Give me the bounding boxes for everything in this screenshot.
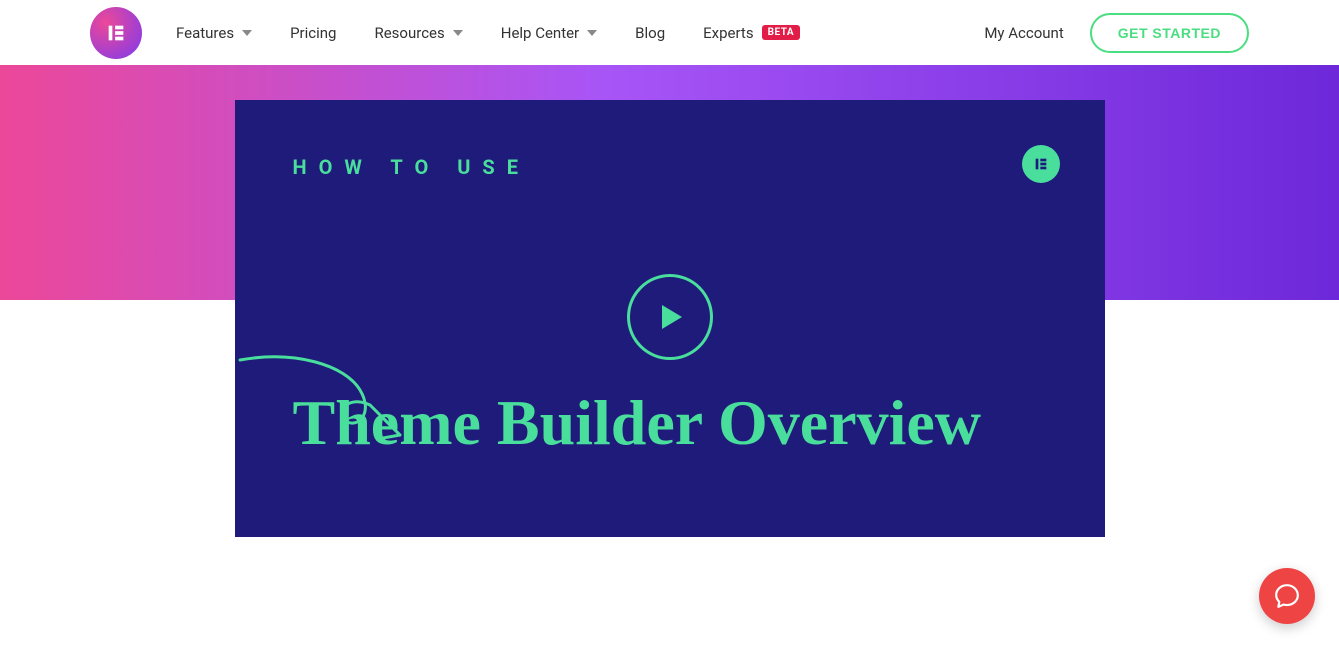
get-started-button[interactable]: GET STARTED <box>1090 13 1249 53</box>
play-icon <box>662 305 682 329</box>
nav-help-center-label: Help Center <box>501 24 579 42</box>
chevron-down-icon <box>587 30 597 36</box>
nav-experts-label: Experts <box>703 24 753 42</box>
elementor-logo-icon <box>105 22 127 44</box>
header-right: My Account GET STARTED <box>984 13 1249 53</box>
nav-features[interactable]: Features <box>176 24 252 42</box>
nav-experts[interactable]: Experts BETA <box>703 24 800 42</box>
main-header: Features Pricing Resources Help Center B… <box>0 0 1339 65</box>
nav-blog[interactable]: Blog <box>635 24 665 42</box>
brand-logo[interactable] <box>90 7 142 59</box>
play-button[interactable] <box>627 274 713 360</box>
chevron-down-icon <box>453 30 463 36</box>
nav-pricing-label: Pricing <box>290 24 336 42</box>
my-account-link[interactable]: My Account <box>984 24 1063 42</box>
help-chat-button[interactable] <box>1259 568 1315 624</box>
video-card: HOW TO USE Theme Builder Overview <box>235 100 1105 537</box>
beta-badge: BETA <box>762 25 801 40</box>
nav-help-center[interactable]: Help Center <box>501 24 597 42</box>
video-section: HOW TO USE Theme Builder Overview <box>0 300 1339 537</box>
primary-nav: Features Pricing Resources Help Center B… <box>176 24 950 42</box>
arrow-swirl-icon <box>235 340 435 450</box>
nav-blog-label: Blog <box>635 24 665 42</box>
chat-bubble-icon <box>1274 583 1300 609</box>
video-eyebrow: HOW TO USE <box>293 155 1047 179</box>
nav-resources-label: Resources <box>374 24 444 42</box>
nav-resources[interactable]: Resources <box>374 24 462 42</box>
nav-features-label: Features <box>176 24 234 42</box>
elementor-logo-icon <box>1033 156 1049 172</box>
card-brand-badge <box>1022 145 1060 183</box>
nav-pricing[interactable]: Pricing <box>290 24 336 42</box>
chevron-down-icon <box>242 30 252 36</box>
